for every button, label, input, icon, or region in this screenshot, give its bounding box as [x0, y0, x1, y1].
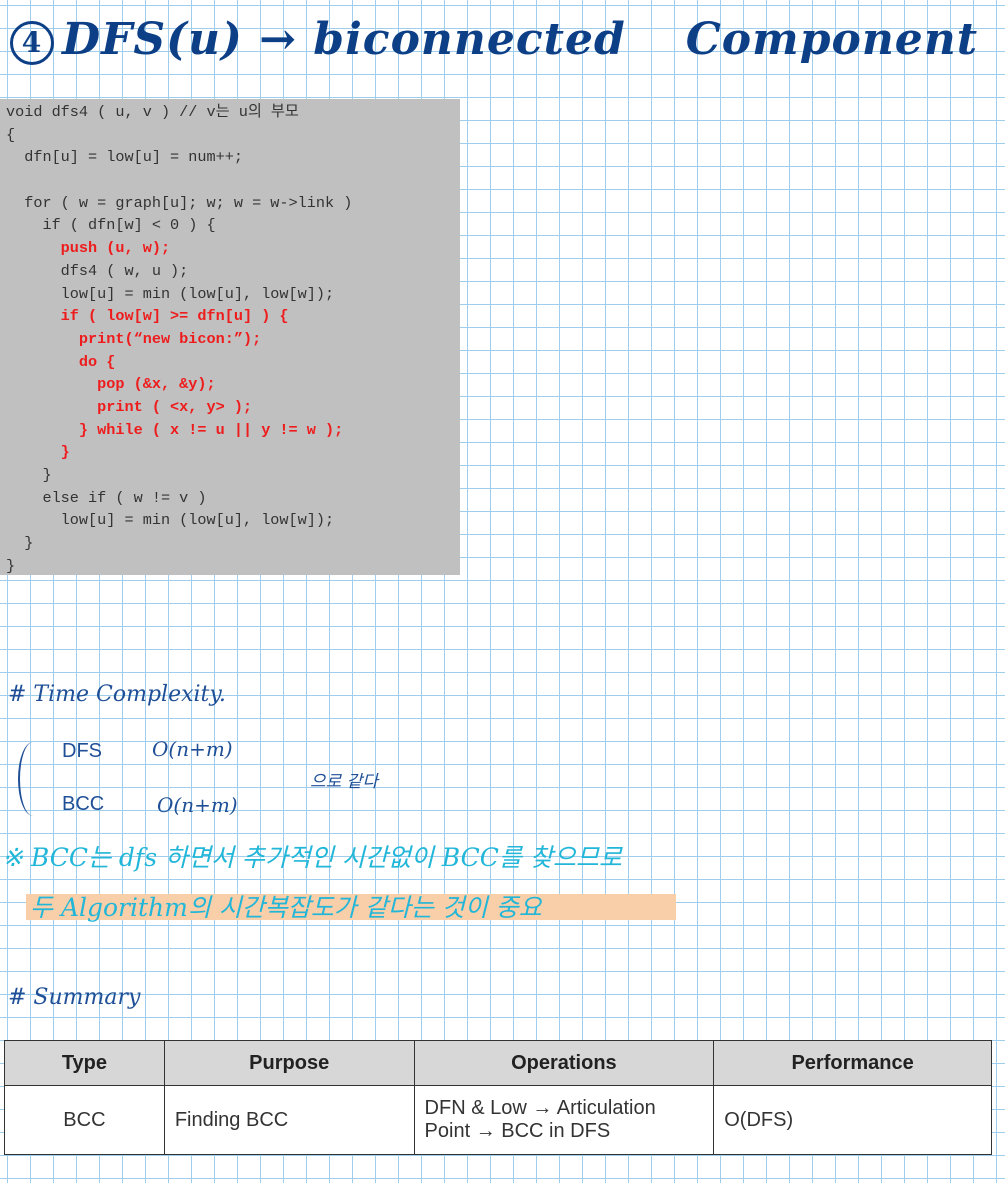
brace-icon — [18, 742, 48, 816]
code-block: void dfs4 ( u, v ) // v는 u의 부모 { dfn[u] =… — [0, 99, 460, 575]
summary-heading: # Summary — [8, 985, 141, 1010]
cell-purpose: Finding BCC — [163, 1085, 415, 1155]
code-line: } — [6, 534, 34, 553]
bcc-complexity: O(n+m) — [157, 793, 238, 817]
code-line: push (u, w); — [6, 239, 171, 258]
bcc-label: BCC — [62, 793, 105, 815]
table-header-row: Type Purpose Operations Performance — [4, 1040, 992, 1086]
dfs-label: DFS — [62, 740, 102, 762]
title-text-2: Component — [685, 14, 979, 65]
code-line: } — [6, 443, 70, 462]
code-line: low[u] = min (low[u], low[w]); — [6, 284, 335, 303]
cell-type: BCC — [4, 1085, 165, 1155]
code-line: print ( <x, y> ); — [6, 397, 253, 416]
code-line: dfn[u] = low[u] = num++; — [6, 148, 243, 167]
code-line: do { — [6, 352, 116, 371]
cell-performance: O(DFS) — [713, 1085, 992, 1155]
title-text: DFS(u) → biconnected — [62, 14, 626, 65]
header-type: Type — [4, 1040, 165, 1086]
summary-table: Type Purpose Operations Performance BCC … — [4, 1040, 992, 1155]
time-complexity-heading: # Time Complexity. — [8, 682, 226, 707]
code-line: } while ( x != u || y != w ); — [6, 420, 344, 439]
code-line: if ( dfn[w] < 0 ) { — [6, 216, 216, 235]
code-line: for ( w = graph[u]; w; w = w->link ) — [6, 193, 353, 212]
note-line-1: ※ BCC는 dfs 하면서 추가적인 시간없이 BCC를 찾으므로 — [2, 843, 622, 872]
table-row: BCC Finding BCC DFN & Low → Articulation… — [4, 1085, 992, 1155]
cell-operations: DFN & Low → Articulation Point → BCC in … — [413, 1085, 715, 1155]
header-operations: Operations — [413, 1040, 715, 1086]
code-line: } — [6, 556, 16, 575]
code-line: else if ( w != v ) — [6, 488, 207, 507]
header-purpose: Purpose — [163, 1040, 415, 1086]
same-note: 으로 같다 — [310, 772, 378, 792]
note-line-2: 두 Algorithm의 시간복잡도가 같다는 것이 중요 — [30, 893, 542, 922]
code-line: print(“new bicon:”); — [6, 329, 262, 348]
code-line: { — [6, 125, 16, 144]
code-line: if ( low[w] >= dfn[u] ) { — [6, 307, 289, 326]
code-line: pop (&x, &y); — [6, 375, 216, 394]
code-line: low[u] = min (low[u], low[w]); — [6, 511, 335, 530]
code-line: void dfs4 ( u, v ) // v는 u의 부모 — [6, 103, 299, 121]
section-number-badge: 4 — [10, 20, 54, 65]
page-title: 4 DFS(u) → biconnected Component — [10, 14, 978, 65]
header-performance: Performance — [713, 1040, 992, 1086]
code-line: } — [6, 466, 52, 484]
dfs-complexity: O(n+m) — [152, 737, 233, 761]
code-line: dfs4 ( w, u ); — [6, 261, 189, 280]
